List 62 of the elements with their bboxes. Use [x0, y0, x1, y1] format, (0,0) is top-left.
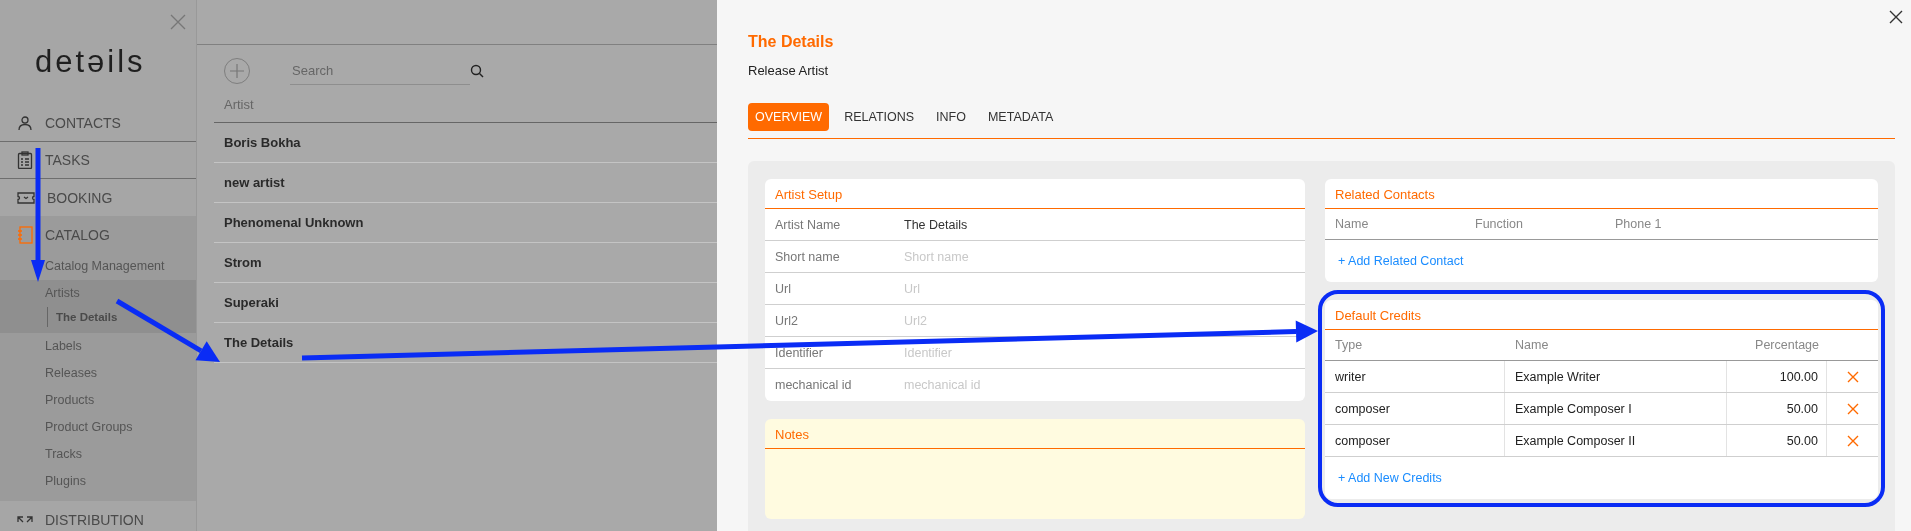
- card-title: Related Contacts: [1325, 179, 1878, 209]
- table-cell: Example Writer: [1505, 361, 1727, 392]
- field-label: mechanical id: [774, 378, 853, 392]
- submenu-item[interactable]: Releases: [0, 360, 196, 387]
- artist-row[interactable]: Boris Bokha: [214, 123, 717, 163]
- input-field[interactable]: The Details: [902, 216, 1305, 233]
- tab[interactable]: OVERVIEW: [748, 103, 830, 131]
- detail-subtitle: Release Artist: [748, 63, 830, 78]
- artist-row[interactable]: Superaki: [214, 283, 717, 323]
- table-cell: composer: [1325, 393, 1505, 424]
- table-cell: composer: [1325, 425, 1505, 456]
- card-title: Artist Setup: [765, 179, 1305, 209]
- column-header: Type: [1334, 338, 1364, 352]
- card-title: Notes: [765, 419, 1305, 449]
- submenu-item[interactable]: Labels: [0, 333, 196, 360]
- tab[interactable]: RELATIONS: [837, 103, 922, 131]
- submenu-item[interactable]: Plugins: [0, 468, 196, 495]
- submenu-child[interactable]: The Details: [47, 307, 118, 327]
- search-icon: [470, 64, 484, 78]
- artist-row[interactable]: Strom: [214, 243, 717, 283]
- x-icon: [1846, 402, 1859, 415]
- table-cell: writer: [1325, 361, 1505, 392]
- menu-item[interactable]: TASKS: [45, 152, 90, 168]
- submenu-item[interactable]: Artists: [0, 280, 196, 307]
- artist-row[interactable]: Phenomenal Unknown: [214, 203, 717, 243]
- menu-item[interactable]: DISTRIBUTION: [45, 511, 144, 528]
- submenu-item[interactable]: Product Groups: [0, 414, 196, 441]
- field-label: Url2: [774, 313, 799, 328]
- field-label: Url: [774, 281, 792, 296]
- column-header: Phone 1: [1614, 217, 1663, 231]
- menu-item[interactable]: BOOKING: [47, 189, 113, 206]
- tab[interactable]: METADATA: [980, 103, 1061, 131]
- x-icon: [1846, 434, 1859, 447]
- add-related-contact-link[interactable]: + Add Related Contact: [1325, 240, 1477, 282]
- add-credits-link[interactable]: + Add New Credits: [1325, 457, 1455, 499]
- logo: detəils: [35, 43, 146, 81]
- submenu-item[interactable]: Tracks: [0, 441, 196, 468]
- plus-icon: [229, 63, 245, 79]
- submenu-item[interactable]: Catalog Management: [0, 253, 196, 280]
- table-cell: 100.00: [1727, 361, 1827, 392]
- field-label: Artist Name: [774, 217, 842, 232]
- artist-row[interactable]: new artist: [214, 163, 717, 203]
- x-icon: [1846, 370, 1859, 383]
- column-header: Name: [1514, 338, 1550, 352]
- menu-item[interactable]: CATALOG: [45, 226, 110, 243]
- detail-title: The Details: [748, 33, 835, 51]
- column-header: Percentage: [1754, 338, 1820, 352]
- column-header: Function: [1474, 217, 1524, 231]
- menu-item[interactable]: CONTACTS: [45, 115, 121, 131]
- table-cell: 50.00: [1727, 393, 1827, 424]
- table-cell: Example Composer II: [1505, 425, 1727, 456]
- table-cell: 50.00: [1727, 425, 1827, 456]
- column-header: Name: [1334, 217, 1370, 231]
- table-cell: Example Composer I: [1505, 393, 1727, 424]
- field-label: Short name: [774, 249, 841, 264]
- close-button[interactable]: [1887, 8, 1905, 26]
- card-title: Default Credits: [1325, 300, 1878, 330]
- search-field[interactable]: Search: [290, 57, 470, 85]
- tab[interactable]: INFO: [929, 103, 973, 131]
- column-header: Artist: [214, 97, 717, 123]
- submenu-item[interactable]: Products: [0, 387, 196, 414]
- field-label: Identifier: [774, 345, 824, 360]
